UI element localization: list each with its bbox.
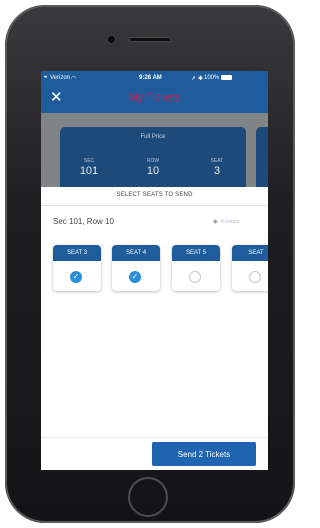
select-seats-sheet: SELECT SEATS TO SEND Sec 101, Row 10 ◆ 4… (41, 187, 268, 470)
seat-card-label: SEAT 3 (53, 245, 101, 261)
divider (41, 205, 268, 206)
seat-card-label: SEAT (232, 245, 268, 261)
next-ticket-card[interactable] (256, 127, 268, 187)
battery-percent: 100% (204, 75, 220, 81)
section-label: SEC (83, 158, 95, 164)
price-type: Full Price (140, 134, 166, 140)
seat-card-label: SEAT 4 (112, 245, 160, 261)
row-label: ROW (146, 158, 160, 164)
wifi-icon: ◠ (71, 76, 77, 82)
location-icon: ➚ (191, 76, 197, 82)
seat-value: 3 (213, 165, 221, 177)
seat-card-label: SEAT 5 (172, 245, 220, 261)
signal-icon: •• (44, 75, 47, 81)
checkbox-checked-icon[interactable]: ✓ (129, 271, 141, 283)
seat-card[interactable]: SEAT 3 ✓ (53, 245, 101, 291)
checkbox-checked-icon[interactable]: ✓ (70, 271, 82, 283)
status-time: 9:28 AM (139, 75, 162, 81)
send-tickets-button[interactable]: Send 2 Tickets (152, 442, 256, 466)
seat-card[interactable]: SEAT (232, 245, 268, 291)
section-value: 101 (79, 165, 99, 177)
seat-field: SEAT 3 (192, 158, 242, 177)
status-bar: •• Verizon ◠ 9:28 AM ➚ ✱ 100% (41, 71, 268, 85)
earpiece-speaker (129, 37, 171, 42)
seat-label: SEAT (210, 158, 224, 164)
phone-frame: •• Verizon ◠ 9:28 AM ➚ ✱ 100% ✕ My Ticke… (5, 5, 295, 523)
ticket-count: 4 tickets (221, 219, 240, 225)
app-screen: •• Verizon ◠ 9:28 AM ➚ ✱ 100% ✕ My Ticke… (41, 71, 268, 470)
page-title: My Tickets (128, 92, 181, 104)
seat-card[interactable]: SEAT 5 (172, 245, 220, 291)
ticket-tag-icon: ◆ (213, 219, 218, 225)
row-value: 10 (146, 165, 160, 177)
section-field: SEC 101 (64, 158, 114, 177)
section-row-label: Sec 101, Row 10 (53, 217, 114, 226)
carrier-name: Verizon (50, 75, 71, 81)
row-field: ROW 10 (128, 158, 178, 177)
app-header: ✕ My Tickets (41, 85, 268, 113)
front-camera (107, 35, 116, 44)
ticket-card: Full Price SEC 101 ROW 10 SEAT 3 (60, 127, 246, 187)
bluetooth-icon: ✱ (198, 76, 204, 82)
checkbox-unchecked-icon[interactable] (249, 271, 261, 283)
seat-card[interactable]: SEAT 4 ✓ (112, 245, 160, 291)
battery-icon (221, 75, 232, 80)
checkbox-unchecked-icon[interactable] (189, 271, 201, 283)
home-button[interactable] (128, 477, 168, 517)
divider (41, 437, 268, 438)
sheet-title: SELECT SEATS TO SEND (116, 192, 193, 198)
